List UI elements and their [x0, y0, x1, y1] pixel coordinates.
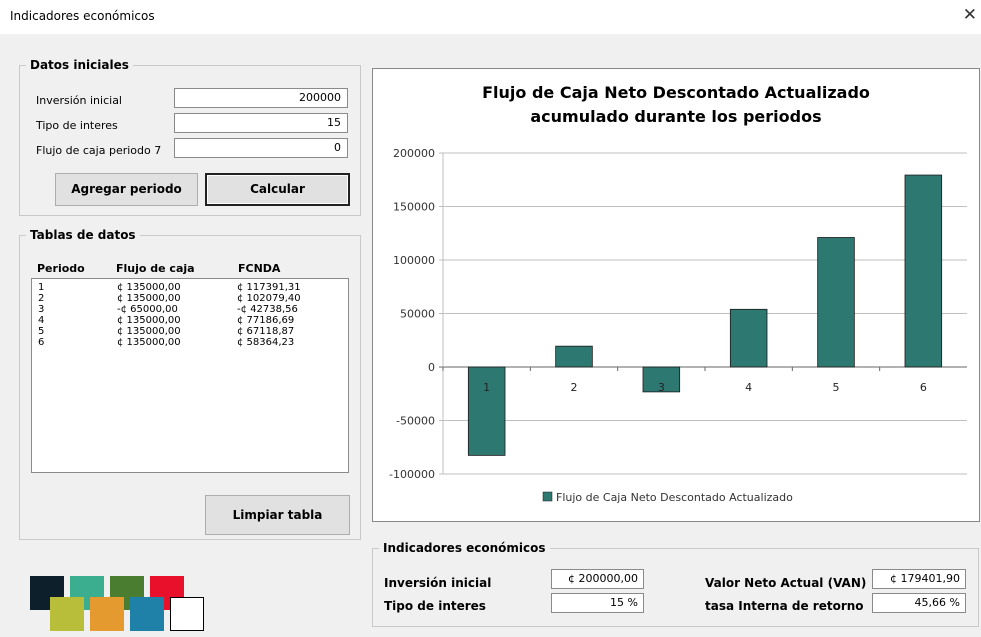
cell-fcnda: -¢ 42738,56 — [237, 304, 298, 315]
title-bar: Indicadores económicos ✕ — [0, 0, 981, 34]
legend-swatch — [542, 491, 553, 502]
logo-square-orange — [90, 597, 124, 631]
x-tick-label: 5 — [833, 381, 840, 394]
cell-periodo: 2 — [38, 293, 45, 304]
datos-iniciales-legend: Datos iniciales — [30, 58, 129, 72]
y-tick-label: 200000 — [393, 147, 435, 160]
x-tick-label: 4 — [745, 381, 752, 394]
inversion-inicial-input[interactable]: 200000 — [174, 88, 348, 108]
cell-flujo: ¢ 135000,00 — [117, 337, 181, 348]
window-title: Indicadores económicos — [10, 9, 155, 23]
col-header-fcnda: FCNDA — [238, 262, 281, 275]
datos-listbox[interactable]: 1 ¢ 135000,00 ¢ 117391,31 2 ¢ 135000,00 … — [31, 278, 349, 473]
cell-fcnda: ¢ 117391,31 — [237, 282, 301, 293]
table-row[interactable]: 2 ¢ 135000,00 ¢ 102079,40 — [32, 293, 348, 304]
tipo-interes-label: Tipo de interes — [36, 119, 118, 132]
chart-area: Flujo de Caja Neto Descontado Actualizad… — [372, 68, 980, 522]
cell-periodo: 5 — [38, 326, 45, 337]
cell-periodo: 3 — [38, 304, 45, 315]
col-header-flujo: Flujo de caja — [116, 262, 195, 275]
y-tick-label: 50000 — [400, 308, 435, 321]
close-icon[interactable]: ✕ — [963, 5, 977, 25]
bar-6 — [904, 174, 943, 368]
bar-chart: 200000 150000 100000 50000 0 -50000 -100000 1 2 3… — [389, 147, 967, 504]
bar-4 — [729, 308, 768, 368]
cell-periodo: 4 — [38, 315, 45, 326]
ind-tipo-label: Tipo de interes — [384, 599, 486, 613]
ind-tir-label: tasa Interna de retorno — [705, 599, 864, 613]
ind-inversion-label: Inversión inicial — [384, 576, 492, 590]
limpiar-tabla-button[interactable]: Limpiar tabla — [205, 495, 350, 535]
ind-van-label: Valor Neto Actual (VAN) — [705, 576, 867, 590]
flujo-caja-periodo-input[interactable]: 0 — [174, 138, 348, 158]
table-row[interactable]: 4 ¢ 135000,00 ¢ 77186,69 — [32, 315, 348, 326]
cell-flujo: -¢ 65000,00 — [117, 304, 178, 315]
x-tick-label: 1 — [483, 381, 490, 394]
inversion-inicial-label: Inversión inicial — [36, 94, 122, 107]
calcular-button[interactable]: Calcular — [205, 173, 350, 206]
cell-periodo: 6 — [38, 337, 45, 348]
y-tick-label: 150000 — [393, 201, 435, 214]
table-row[interactable]: 3 -¢ 65000,00 -¢ 42738,56 — [32, 304, 348, 315]
cell-fcnda: ¢ 67118,87 — [237, 326, 295, 337]
cell-flujo: ¢ 135000,00 — [117, 293, 181, 304]
cell-periodo: 1 — [38, 282, 45, 293]
y-tick-label: 0 — [428, 361, 435, 374]
ind-van-value: ¢ 179401,90 — [872, 569, 966, 589]
x-tick-label: 3 — [658, 381, 665, 394]
tipo-interes-input[interactable]: 15 — [174, 113, 348, 133]
logo-square-white — [170, 597, 204, 631]
ind-tipo-value: 15 % — [551, 593, 644, 613]
y-tick-label: -100000 — [389, 468, 435, 481]
y-tick-label: -50000 — [396, 415, 435, 428]
indicadores-legend: Indicadores económicos — [383, 541, 546, 555]
table-row[interactable]: 6 ¢ 135000,00 ¢ 58364,23 — [32, 337, 348, 348]
bar-2 — [555, 345, 593, 368]
cell-fcnda: ¢ 58364,23 — [237, 337, 295, 348]
y-tick-label: 100000 — [393, 254, 435, 267]
table-row[interactable]: 1 ¢ 135000,00 ¢ 117391,31 — [32, 282, 348, 293]
tablas-datos-legend: Tablas de datos — [30, 228, 136, 242]
table-row[interactable]: 5 ¢ 135000,00 ¢ 67118,87 — [32, 326, 348, 337]
agregar-periodo-button[interactable]: Agregar periodo — [55, 173, 198, 206]
legend-label: Flujo de Caja Neto Descontado Actualizad… — [556, 491, 793, 504]
logo-square-blue — [130, 597, 164, 631]
cell-flujo: ¢ 135000,00 — [117, 315, 181, 326]
bar-5 — [817, 237, 855, 368]
x-tick-label: 6 — [920, 381, 927, 394]
cell-fcnda: ¢ 77186,69 — [237, 315, 295, 326]
ind-inversion-value: ¢ 200000,00 — [551, 569, 644, 589]
flujo-caja-periodo-label: Flujo de caja periodo 7 — [36, 144, 162, 157]
cell-fcnda: ¢ 102079,40 — [237, 293, 301, 304]
x-tick-label: 2 — [571, 381, 578, 394]
ind-tir-value: 45,66 % — [872, 593, 966, 613]
cell-flujo: ¢ 135000,00 — [117, 326, 181, 337]
cell-flujo: ¢ 135000,00 — [117, 282, 181, 293]
logo-square-olive — [50, 597, 84, 631]
col-header-periodo: Periodo — [37, 262, 85, 275]
